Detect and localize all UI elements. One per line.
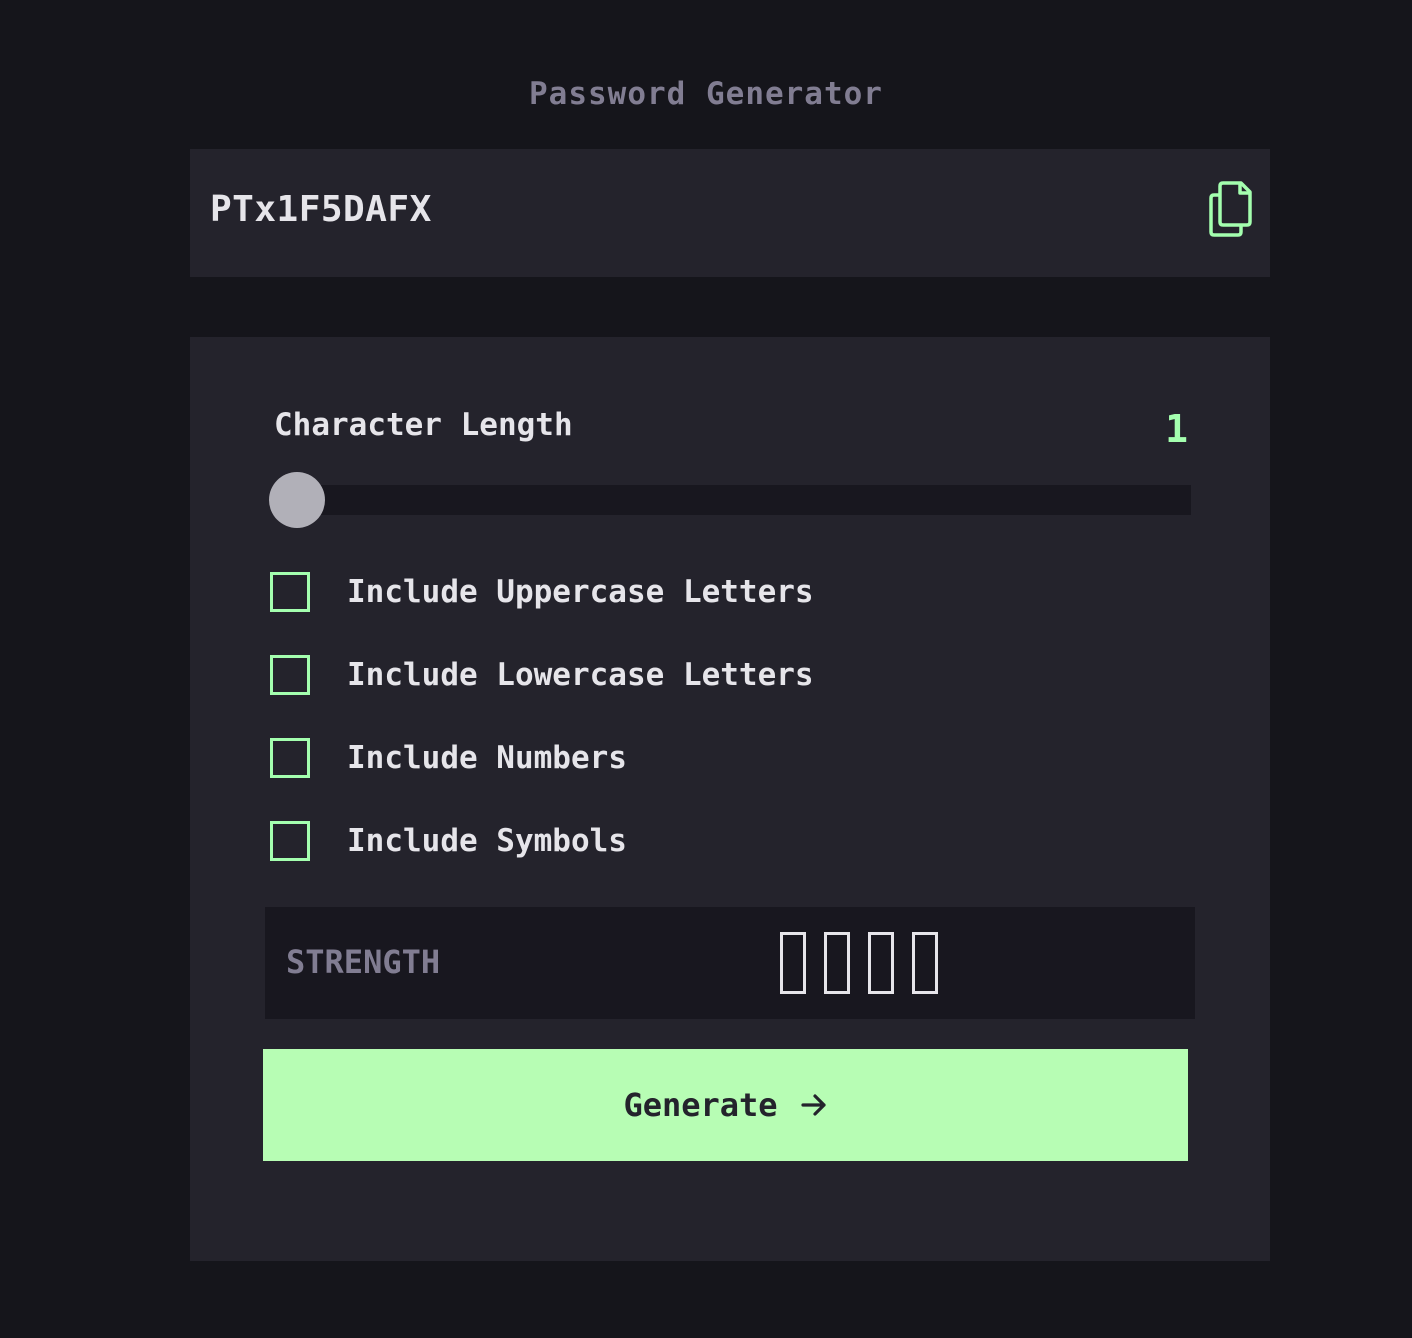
- strength-bar: [824, 932, 850, 994]
- option-uppercase[interactable]: Include Uppercase Letters: [270, 571, 814, 613]
- uppercase-label: Include Uppercase Letters: [347, 574, 814, 610]
- character-length-label: Character Length: [274, 407, 573, 443]
- settings-panel: Character Length 1 Include Uppercase Let…: [190, 337, 1270, 1261]
- arrow-right-icon: [800, 1094, 826, 1116]
- generate-label: Generate: [623, 1086, 778, 1124]
- numbers-label: Include Numbers: [347, 740, 627, 776]
- strength-bars: [780, 932, 938, 994]
- page-title: Password Generator: [529, 76, 883, 112]
- lowercase-checkbox[interactable]: [270, 655, 310, 695]
- symbols-label: Include Symbols: [347, 823, 627, 859]
- option-lowercase[interactable]: Include Lowercase Letters: [270, 654, 814, 696]
- length-slider-track[interactable]: [274, 485, 1191, 515]
- copy-button[interactable]: [1205, 180, 1255, 240]
- strength-bar: [868, 932, 894, 994]
- lowercase-label: Include Lowercase Letters: [347, 657, 814, 693]
- uppercase-checkbox[interactable]: [270, 572, 310, 612]
- symbols-checkbox[interactable]: [270, 821, 310, 861]
- option-numbers[interactable]: Include Numbers: [270, 737, 627, 779]
- strength-meter: STRENGTH: [265, 907, 1195, 1019]
- strength-bar: [912, 932, 938, 994]
- character-length-value: 1: [1165, 407, 1188, 451]
- strength-label: STRENGTH: [286, 943, 441, 981]
- password-display: PTx1F5DAFX: [190, 149, 1270, 277]
- numbers-checkbox[interactable]: [270, 738, 310, 778]
- generate-button[interactable]: Generate: [263, 1049, 1188, 1161]
- option-symbols[interactable]: Include Symbols: [270, 820, 627, 862]
- password-text: PTx1F5DAFX: [210, 189, 432, 230]
- copy-icon: [1209, 181, 1252, 237]
- strength-bar: [780, 932, 806, 994]
- length-slider-thumb[interactable]: [269, 472, 325, 528]
